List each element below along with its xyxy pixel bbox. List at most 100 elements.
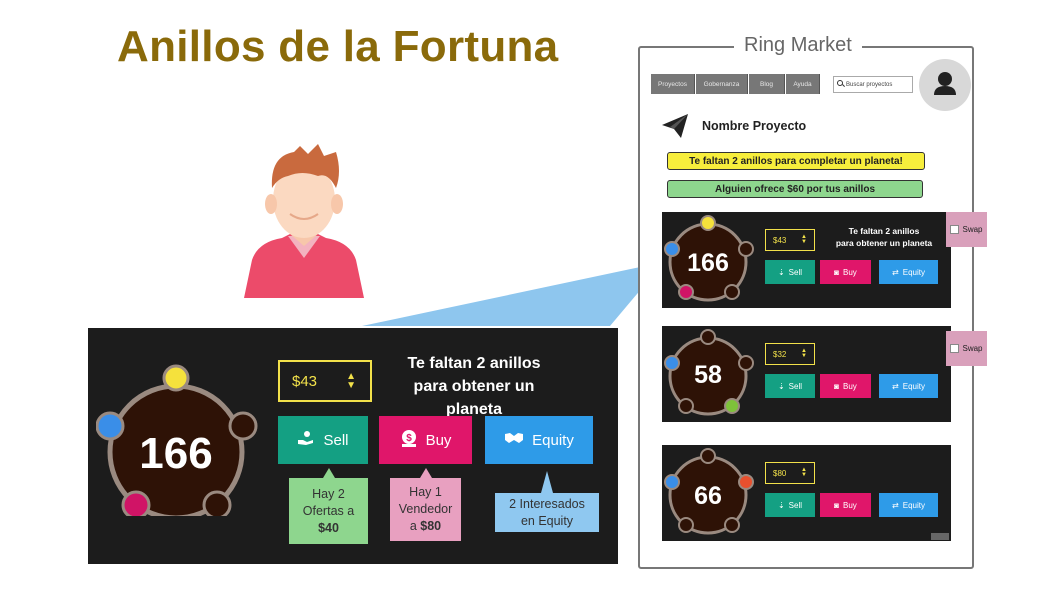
sell-button[interactable]: Sell <box>278 416 368 464</box>
buy-button[interactable]: ◙ Buy <box>820 260 871 284</box>
tooltip-line: 2 Interesados <box>509 496 585 511</box>
money-icon: $ <box>400 429 418 451</box>
equity-button[interactable]: Equity <box>485 416 593 464</box>
buy-button[interactable]: ◙ Buy <box>820 374 871 398</box>
tooltip-line: Hay 2 <box>312 486 345 501</box>
search-placeholder: Buscar proyectos <box>846 81 893 88</box>
price-value: $43 <box>773 235 787 245</box>
tooltip-line: en Equity <box>520 513 574 528</box>
svg-text:$: $ <box>406 433 412 444</box>
handshake-icon: ⇄ <box>892 381 899 391</box>
price-value: $80 <box>773 468 787 478</box>
money-icon: ◙ <box>834 500 840 510</box>
stepper-arrows-icon[interactable]: ▲ ▼ <box>801 348 807 359</box>
price-stepper[interactable]: $43 ▲ ▼ <box>765 229 815 251</box>
swap-checkbox[interactable] <box>950 344 960 353</box>
buy-label: Buy <box>843 500 857 510</box>
tooltip-line: a <box>409 519 421 533</box>
hand-coin-icon: ⇣ <box>777 500 785 510</box>
user-icon <box>934 72 956 95</box>
buy-button[interactable]: ◙ Buy <box>820 493 871 517</box>
page-title: Anillos de la Fortuna <box>117 22 559 71</box>
swap-label: Swap <box>962 225 983 234</box>
buy-label: Buy <box>843 381 857 391</box>
sell-button[interactable]: ⇣ Sell <box>765 260 815 284</box>
nav-governance[interactable]: Gobernanza <box>696 74 748 94</box>
equity-label: Equity <box>902 381 925 391</box>
ring-slot-filled[interactable] <box>95 411 125 441</box>
ring-value: 58 <box>694 361 722 389</box>
sell-label: Sell <box>788 500 803 510</box>
equity-button[interactable]: ⇄ Equity <box>879 374 938 398</box>
buy-button[interactable]: $ Buy <box>379 416 472 464</box>
ring-card: 58 $32 ▲ ▼ ⇣ Sell ◙ Buy ⇄ Equity <box>662 326 951 422</box>
tooltip-line: Hay 1 <box>409 485 442 499</box>
ring-slot-empty[interactable] <box>202 490 232 520</box>
sell-button[interactable]: ⇣ Sell <box>765 374 815 398</box>
ring-widget[interactable]: 66 <box>662 445 758 541</box>
message-line: Te faltan 2 anillos <box>848 226 920 236</box>
tooltip-amount: $80 <box>420 519 442 533</box>
hand-coin-icon: ⇣ <box>777 267 785 277</box>
price-value: $32 <box>773 349 787 359</box>
handshake-icon: ⇄ <box>892 500 899 510</box>
profile-avatar[interactable] <box>919 59 971 111</box>
scroll-handle[interactable] <box>931 533 949 540</box>
ring-widget[interactable]: 58 <box>662 326 758 422</box>
message-line: para obtener un planeta <box>835 238 933 248</box>
offer-notice[interactable]: Alguien ofrece $60 por tus anillos <box>667 180 923 198</box>
zoomed-ring-panel: 166 $43 ▲ ▼ Te faltan 2 anillos para obte… <box>88 328 618 564</box>
message-line: para obtener un planeta <box>413 378 535 418</box>
sell-button[interactable]: ⇣ Sell <box>765 493 815 517</box>
equity-label: Equity <box>902 500 925 510</box>
swap-toggle[interactable]: Swap <box>946 212 987 247</box>
rings-missing-message: Te faltan 2 anillos para obtener un plan… <box>384 352 564 421</box>
swap-checkbox[interactable] <box>950 225 960 234</box>
tooltip-line: Vendedor <box>398 502 453 516</box>
swap-toggle[interactable]: Swap <box>946 331 987 366</box>
nav-blog[interactable]: Blog <box>749 74 785 94</box>
tooltip-line: Ofertas a <box>302 503 355 518</box>
ring-slot-empty[interactable] <box>228 411 258 441</box>
mockup-title: Ring Market <box>734 34 862 57</box>
ring-slot-filled[interactable] <box>162 364 190 392</box>
money-icon: ◙ <box>834 267 840 277</box>
ring-value: 166 <box>139 429 212 478</box>
ring-value: 166 <box>687 249 729 277</box>
price-stepper[interactable]: $80 ▲ ▼ <box>765 462 815 484</box>
stepper-arrows-icon[interactable]: ▲ ▼ <box>801 234 807 245</box>
nav-projects[interactable]: Proyectos <box>651 74 695 94</box>
rings-missing-message: Te faltan 2 anillos para obtener un plan… <box>822 225 946 249</box>
equity-label: Equity <box>532 431 574 449</box>
stepper-arrows-icon[interactable]: ▲ ▼ <box>801 467 807 478</box>
paper-plane-icon <box>662 114 688 138</box>
equity-button[interactable]: ⇄ Equity <box>879 260 938 284</box>
nav-help[interactable]: Ayuda <box>786 74 820 94</box>
ring-slot-filled[interactable] <box>121 490 151 520</box>
user-avatar-illustration <box>244 144 364 298</box>
search-input[interactable]: Buscar proyectos <box>833 76 913 93</box>
ring-value: 66 <box>694 482 722 510</box>
rings-missing-notice: Te faltan 2 anillos para completar un pl… <box>667 152 925 170</box>
money-icon: ◙ <box>834 381 840 391</box>
swap-label: Swap <box>962 344 983 353</box>
ring-card: 166 $43 ▲ ▼ Te faltan 2 anillos para obten… <box>662 212 951 308</box>
ring-widget-large[interactable]: 166 <box>95 346 266 521</box>
stepper-arrows-icon[interactable]: ▲ ▼ <box>346 372 356 391</box>
hand-coin-icon: ⇣ <box>777 381 785 391</box>
sell-label: Sell <box>788 381 803 391</box>
project-name: Nombre Proyecto <box>702 119 807 133</box>
search-icon <box>837 80 843 86</box>
buy-label: Buy <box>425 431 452 449</box>
ring-widget[interactable]: 166 <box>662 212 758 308</box>
equity-button[interactable]: ⇄ Equity <box>879 493 938 517</box>
price-stepper[interactable]: $43 ▲ ▼ <box>278 360 372 402</box>
handshake-icon <box>504 431 524 449</box>
price-stepper[interactable]: $32 ▲ ▼ <box>765 343 815 365</box>
tooltip-amount: $40 <box>318 520 339 535</box>
message-line: Te faltan 2 anillos <box>407 355 541 372</box>
buy-label: Buy <box>843 267 857 277</box>
sell-label: Sell <box>788 267 803 277</box>
sell-label: Sell <box>323 431 349 449</box>
ring-card: 66 $80 ▲ ▼ ⇣ Sell ◙ Buy ⇄ Equity <box>662 445 951 541</box>
